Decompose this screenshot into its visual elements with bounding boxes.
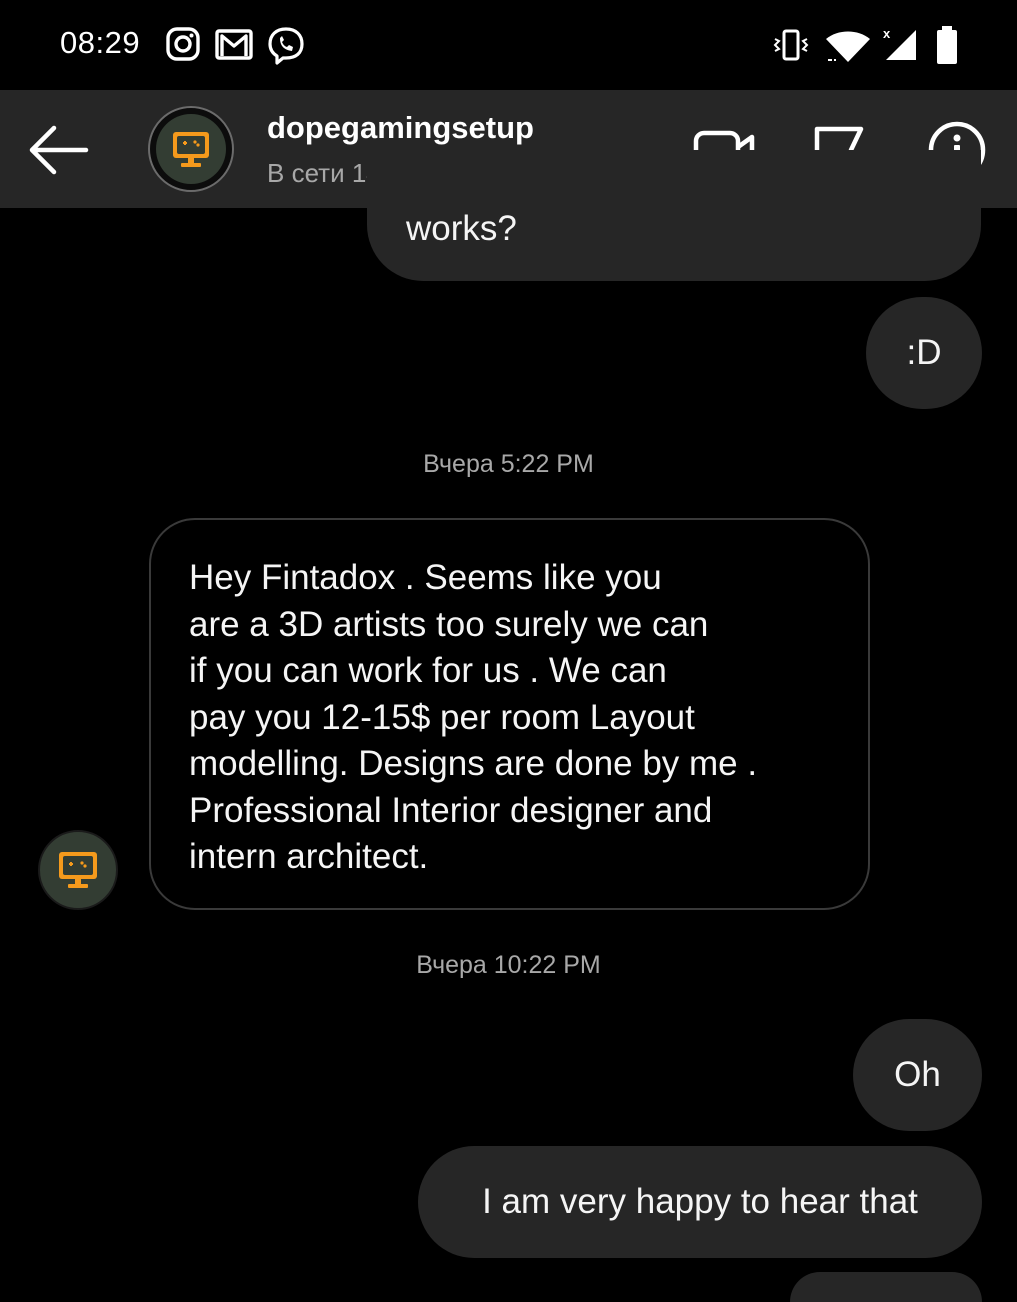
vibrate-icon — [772, 28, 810, 67]
gaming-monitor-icon — [59, 852, 97, 888]
outgoing-message[interactable]: Oh — [853, 1019, 982, 1131]
status-time: 08:29 — [60, 25, 141, 60]
outgoing-message[interactable]: works? — [367, 150, 981, 281]
header-avatar[interactable] — [148, 106, 234, 192]
incoming-message[interactable]: Hey Fintadox . Seems like you are a 3D a… — [149, 518, 870, 910]
sender-avatar[interactable] — [38, 830, 118, 910]
status-bar: 08:29 x — [0, 0, 1017, 90]
signal-badge: x — [883, 26, 891, 41]
back-button[interactable] — [24, 120, 94, 180]
signal-icon: x — [880, 24, 920, 69]
message-timestamp: Вчера 10:22 PM — [416, 951, 601, 979]
battery-icon — [935, 24, 959, 71]
viber-icon — [266, 26, 304, 65]
gmail-icon — [214, 26, 253, 64]
chat-username[interactable]: dopegamingsetup — [267, 110, 534, 146]
arrow-left-icon — [29, 125, 89, 175]
message-timestamp: Вчера 5:22 PM — [423, 450, 594, 478]
wifi-icon — [824, 30, 872, 69]
gaming-monitor-icon — [173, 132, 209, 167]
instagram-icon — [165, 26, 203, 64]
outgoing-message-partial[interactable] — [790, 1272, 982, 1302]
outgoing-message[interactable]: :D — [866, 297, 982, 409]
outgoing-message[interactable]: I am very happy to hear that — [418, 1146, 982, 1258]
